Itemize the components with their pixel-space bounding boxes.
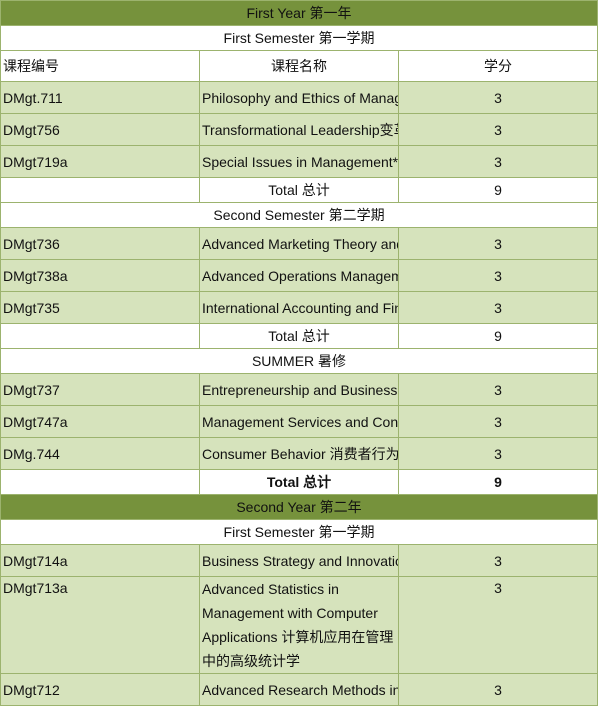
total-spacer (0, 323, 200, 349)
course-name: Philosophy and Ethics of Management 哲学和伦… (199, 81, 399, 114)
total-value: 9 (398, 323, 598, 349)
total-row: Total 总计 9 (0, 177, 598, 203)
summer-header-row: SUMMER 暑修 (0, 348, 598, 374)
course-row: DMgt714a Business Strategy and Innovatio… (0, 544, 598, 577)
course-row: DMgt737 Entrepreneurship and Business De… (0, 373, 598, 406)
course-code: DMgt712 (0, 673, 200, 706)
course-code: DMgt747a (0, 405, 200, 438)
column-header-name: 课程名称 (199, 50, 399, 82)
course-credit: 3 (398, 145, 598, 178)
course-name: International Accounting and Finance* 国际… (199, 291, 399, 324)
semester-title: First Semester 第一学期 (0, 519, 598, 545)
course-credit: 3 (398, 259, 598, 292)
course-row: DMgt712 Advanced Research Methods in Man… (0, 673, 598, 706)
course-name: Advanced Research Methods in Management管… (199, 673, 399, 706)
course-credit: 3 (398, 673, 598, 706)
course-row: DMgt756 Transformational Leadership变革型领导… (0, 113, 598, 146)
course-code: DMgt738a (0, 259, 200, 292)
column-header-credit: 学分 (398, 50, 598, 82)
year-header-row: First Year 第一年 (0, 0, 598, 26)
course-code: DMgt735 (0, 291, 200, 324)
course-name: Advanced Marketing Theory and Practice高级… (199, 227, 399, 260)
course-name: Management Services and Consultancy 管理服务… (199, 405, 399, 438)
course-row: DMgt747a Management Services and Consult… (0, 405, 598, 438)
year-title: Second Year 第二年 (0, 494, 598, 520)
total-label: Total 总计 (199, 177, 399, 203)
curriculum-table: First Year 第一年 First Semester 第一学期 课程编号 … (0, 0, 598, 706)
course-row: DMg.744 Consumer Behavior 消费者行为学 3 (0, 437, 598, 470)
year-header-row: Second Year 第二年 (0, 494, 598, 520)
total-row: Total 总计 9 (0, 469, 598, 495)
course-credit: 3 (398, 227, 598, 260)
course-code: DMgt714a (0, 544, 200, 577)
course-credit: 3 (398, 373, 598, 406)
course-name: Advanced Statistics in Management with C… (199, 576, 399, 674)
course-code: DMg.744 (0, 437, 200, 470)
course-credit: 3 (398, 113, 598, 146)
course-name: Entrepreneurship and Business Developmen… (199, 373, 399, 406)
total-row: Total 总计 9 (0, 323, 598, 349)
course-code: DMgt737 (0, 373, 200, 406)
course-code: DMgt713a (0, 576, 200, 674)
course-name: Business Strategy and Innovation 商业策略与创新 (199, 544, 399, 577)
course-credit: 3 (398, 576, 598, 674)
course-name: Consumer Behavior 消费者行为学 (199, 437, 399, 470)
course-code: DMgt719a (0, 145, 200, 178)
course-credit: 3 (398, 437, 598, 470)
course-code: DMgt756 (0, 113, 200, 146)
total-label: Total 总计 (199, 323, 399, 349)
semester-title: Second Semester 第二学期 (0, 202, 598, 228)
course-row: DMgt736 Advanced Marketing Theory and Pr… (0, 227, 598, 260)
course-credit: 3 (398, 81, 598, 114)
column-header-row: 课程编号 课程名称 学分 (0, 50, 598, 82)
course-row: DMgt738a Advanced Operations Management … (0, 259, 598, 292)
total-value: 9 (398, 469, 598, 495)
semester-header-row: First Semester 第一学期 (0, 519, 598, 545)
course-row: DMgt713a Advanced Statistics in Manageme… (0, 576, 598, 674)
year-title: First Year 第一年 (0, 0, 598, 26)
total-label: Total 总计 (199, 469, 399, 495)
course-credit: 3 (398, 291, 598, 324)
course-code: DMgt.711 (0, 81, 200, 114)
course-credit: 3 (398, 405, 598, 438)
course-name: Transformational Leadership变革型领导 (199, 113, 399, 146)
semester-title: First Semester 第一学期 (0, 25, 598, 51)
semester-header-row: First Semester 第一学期 (0, 25, 598, 51)
course-name: Advanced Operations Management 高级运营管理 (199, 259, 399, 292)
total-spacer (0, 469, 200, 495)
column-header-code: 课程编号 (0, 50, 200, 82)
summer-title: SUMMER 暑修 (0, 348, 598, 374)
semester-header-row: Second Semester 第二学期 (0, 202, 598, 228)
course-name: Special Issues in Management*管理中的特殊问题 (199, 145, 399, 178)
total-value: 9 (398, 177, 598, 203)
course-row: DMgt735 International Accounting and Fin… (0, 291, 598, 324)
total-spacer (0, 177, 200, 203)
course-code: DMgt736 (0, 227, 200, 260)
course-credit: 3 (398, 544, 598, 577)
course-row: DMgt.711 Philosophy and Ethics of Manage… (0, 81, 598, 114)
course-row: DMgt719a Special Issues in Management*管理… (0, 145, 598, 178)
